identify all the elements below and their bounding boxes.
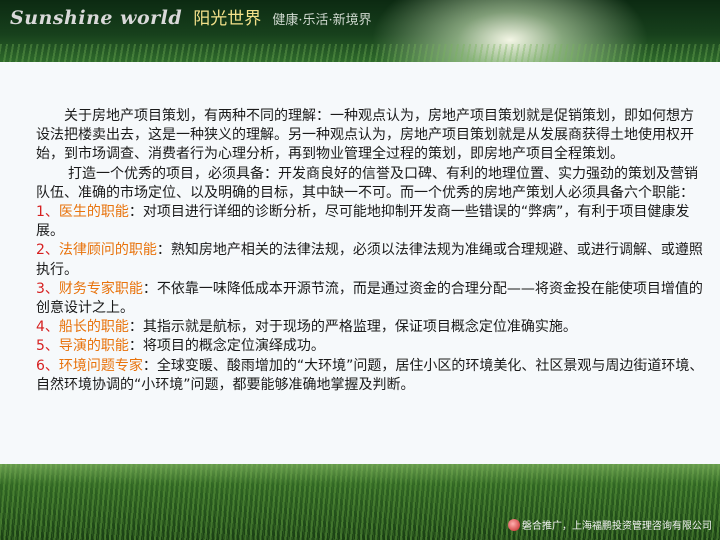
company-logo-icon <box>508 518 520 531</box>
brand-chinese: 阳光世界 <box>193 9 262 29</box>
item-number: 4、 <box>36 319 59 336</box>
brand-english: Sunshine world <box>10 7 183 29</box>
brand-slogan: 健康·乐活·新境界 <box>272 13 372 28</box>
item-number: 5、 <box>36 338 59 355</box>
item-colon: ： <box>128 338 143 355</box>
content-area: 关于房地产项目策划，有两种不同的理解：一种观点认为，房地产项目策划就是促销策划，… <box>0 62 720 464</box>
body-text: 关于房地产项目策划，有两种不同的理解：一种观点认为，房地产项目策划就是促销策划，… <box>36 107 704 395</box>
item-number: 3、 <box>36 280 59 297</box>
item-title: 医生的职能 <box>58 204 129 221</box>
item-desc: 将项目的概念定位演绎成功。 <box>142 338 325 355</box>
item-colon: ： <box>128 319 143 336</box>
item-title: 财务专家职能 <box>58 280 143 297</box>
item-colon: ： <box>142 280 157 297</box>
grass-texture <box>0 44 720 62</box>
item-colon: ： <box>142 357 157 374</box>
intro-paragraph-1: 关于房地产项目策划，有两种不同的理解：一种观点认为，房地产项目策划就是促销策划，… <box>36 108 694 163</box>
list-item: 6、环境问题专家：全球变暖、酸雨增加的“大环境”问题，居住小区的环境美化、社区景… <box>36 357 704 395</box>
brand: Sunshine world 阳光世界 健康·乐活·新境界 <box>10 4 372 29</box>
list-item: 4、船长的职能：其指示就是航标，对于现场的严格监理，保证项目概念定位准确实施。 <box>36 318 704 337</box>
item-colon: ： <box>128 204 143 221</box>
item-title: 环境问题专家 <box>58 357 143 374</box>
item-title: 导演的职能 <box>58 338 129 355</box>
item-number: 1、 <box>36 204 59 221</box>
list-item: 5、导演的职能：将项目的概念定位演绎成功。 <box>36 337 704 356</box>
item-title: 法律顾问的职能 <box>58 242 157 259</box>
header-banner: Sunshine world 阳光世界 健康·乐活·新境界 <box>0 0 720 62</box>
item-number: 2、 <box>36 242 59 259</box>
footer-credit: 磐合推广，上海福鹏投资管理咨询有限公司 <box>508 517 712 532</box>
credit-text: 磐合推广，上海福鹏投资管理咨询有限公司 <box>522 521 712 532</box>
list-item: 1、医生的职能：对项目进行详细的诊断分析，尽可能地抑制开发商一些错误的“弊病”，… <box>36 203 704 241</box>
item-title: 船长的职能 <box>58 319 129 336</box>
footer-shine <box>0 464 720 484</box>
intro-paragraph-2: 打造一个优秀的项目，必须具备：开发商良好的信誉及口碑、有利的地理位置、实力强劲的… <box>36 165 698 201</box>
list-item: 2、法律顾问的职能：熟知房地产相关的法律法规，必须以法律法规为准绳或合理规避、或… <box>36 241 704 279</box>
item-desc: 其指示就是航标，对于现场的严格监理，保证项目概念定位准确实施。 <box>142 319 577 336</box>
item-number: 6、 <box>36 357 59 374</box>
list-item: 3、财务专家职能：不依靠一味降低成本开源节流，而是通过资金的合理分配——将资金投… <box>36 280 704 318</box>
footer-grass: 磐合推广，上海福鹏投资管理咨询有限公司 <box>0 464 720 540</box>
item-colon: ： <box>156 242 171 259</box>
